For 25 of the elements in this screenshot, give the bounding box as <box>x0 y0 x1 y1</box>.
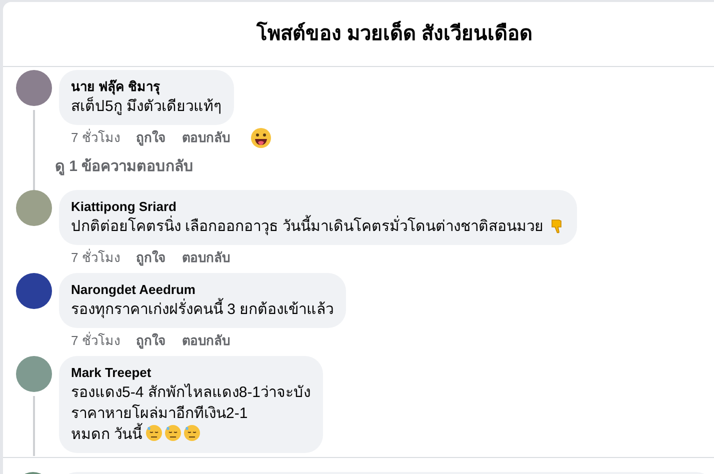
like-button[interactable]: ถูกใจ <box>136 128 166 148</box>
author-name[interactable]: Kiattipong Sriard <box>71 198 566 216</box>
author-name[interactable]: Mark Treepet <box>71 364 311 382</box>
sweat-face-icon <box>183 424 202 442</box>
like-button[interactable]: ถูกใจ <box>136 330 166 350</box>
comment-text: ราคาหายโผล่มาอีกทีเงิน2-1 <box>71 404 248 422</box>
timestamp[interactable]: 7 ชั่วโมง <box>71 248 120 268</box>
view-replies-link[interactable]: ดู 1 ข้อความตอบกลับ <box>55 156 194 178</box>
like-button[interactable]: ถูกใจ <box>136 248 166 268</box>
comment-text: สเต็ป5กู มึงตัวเดียวแท้ๆ <box>71 98 222 115</box>
timestamp[interactable]: 7 ชั่วโมง <box>71 128 120 148</box>
timestamp[interactable]: 7 ชั่วโมง <box>71 330 120 350</box>
reply-button[interactable]: ตอบกลับ <box>182 248 230 268</box>
reply-button[interactable]: ตอบกลับ <box>182 330 230 350</box>
dialog-title: โพสต์ของ มวยเด็ด สังเวียนเดือด <box>256 19 533 49</box>
sweat-face-icon <box>164 424 182 442</box>
reply-button[interactable]: ตอบกลับ <box>182 128 230 148</box>
author-name[interactable]: นาย ฟลุ๊ค ชิมารุ <box>71 78 222 96</box>
sweat-face-icon <box>145 424 164 442</box>
author-name[interactable]: Narongdet Aeedrum <box>71 280 334 298</box>
comment-text: ปกติต่อยโคตรนิ่ง เลือกออกอาวุธ วันนี้มาเดินโคตรมั่วโดนต่างชาติสอนมวย <box>71 218 544 234</box>
comment-text: รองแดง5-4 สักพักไหลแดง8-1ว่าจะบัง <box>71 384 311 400</box>
avatar-photo[interactable] <box>16 272 52 308</box>
comment-text: หมดก วันนี้ <box>71 426 142 442</box>
laughing-face-icon <box>250 127 272 149</box>
